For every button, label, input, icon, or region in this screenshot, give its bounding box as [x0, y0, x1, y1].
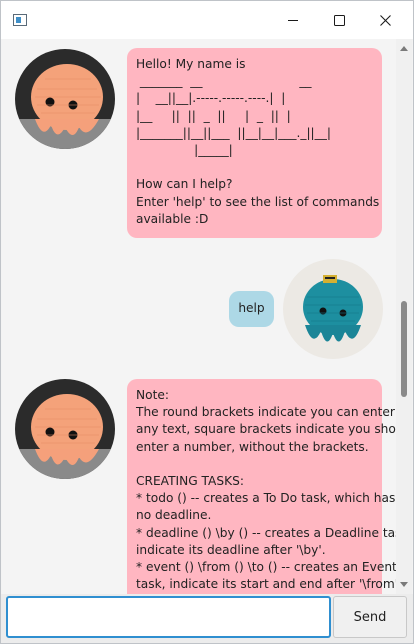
bot-avatar	[15, 379, 115, 479]
send-button[interactable]: Send	[333, 596, 407, 638]
close-icon	[379, 14, 391, 26]
minimize-button[interactable]	[270, 1, 316, 39]
close-button[interactable]	[362, 1, 408, 39]
minimize-icon	[288, 20, 298, 21]
scrollbar-thumb[interactable]	[401, 301, 407, 397]
scroll-down-button[interactable]	[396, 578, 412, 592]
user-avatar	[283, 259, 383, 359]
app-window-icon	[13, 14, 27, 26]
bot-message-bubble: Note: The round brackets indicate you ca…	[127, 379, 396, 594]
chevron-up-icon	[400, 46, 408, 51]
maximize-icon	[333, 14, 345, 26]
bot-message-bubble: Hello! My name is _______ __ __ | __||__…	[127, 48, 382, 238]
orange-crochet-octopus-avatar	[15, 49, 115, 149]
scroll-up-button[interactable]	[396, 41, 412, 55]
vertical-scrollbar[interactable]	[396, 39, 412, 594]
title-bar[interactable]	[1, 1, 413, 39]
chat-dialog-area[interactable]: Hello! My name is _______ __ __ | __||__…	[2, 39, 396, 594]
app-window: Hello! My name is _______ __ __ | __||__…	[0, 0, 414, 644]
orange-crochet-octopus-avatar	[15, 379, 115, 479]
chevron-down-icon	[400, 582, 408, 587]
teal-crochet-octopus-avatar	[283, 259, 383, 359]
user-message-bubble: help	[229, 291, 274, 327]
maximize-button[interactable]	[316, 1, 362, 39]
input-bar: Send	[1, 594, 413, 643]
bot-avatar	[15, 49, 115, 149]
message-input[interactable]	[6, 596, 331, 638]
